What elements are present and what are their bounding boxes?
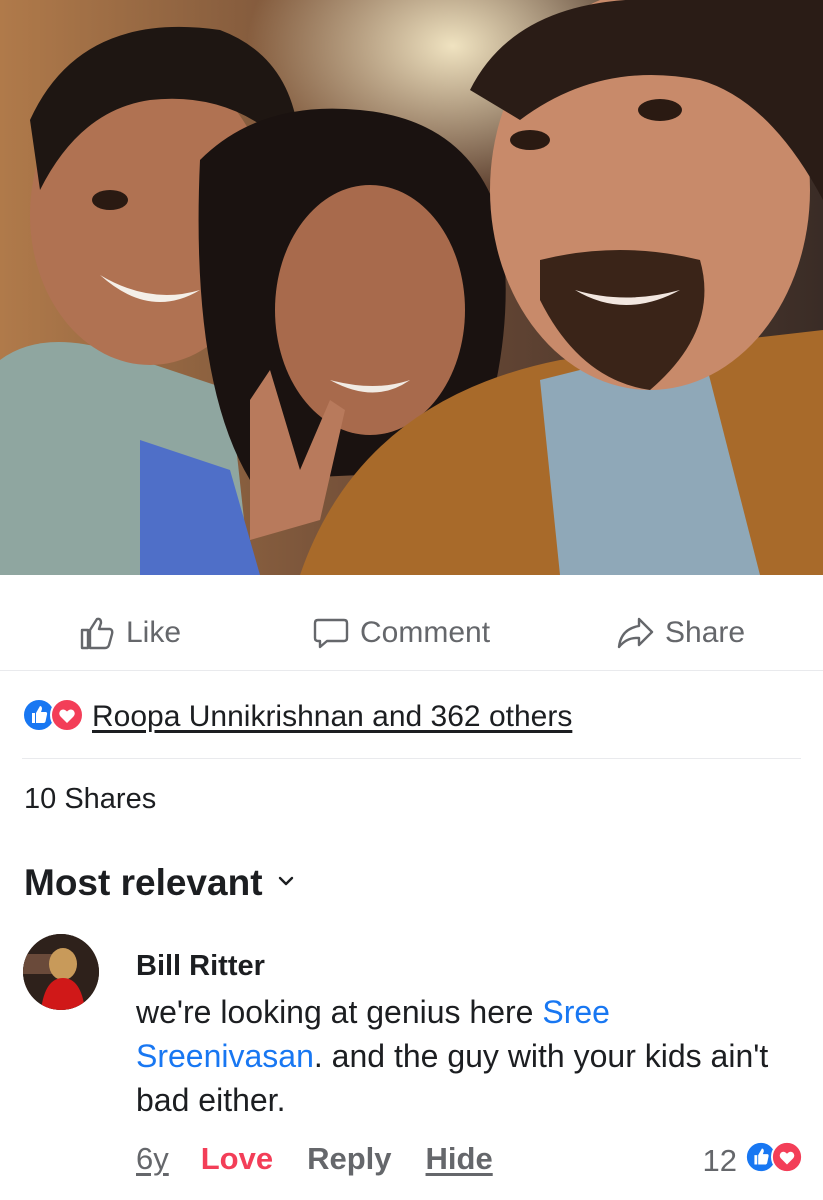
- sort-label: Most relevant: [24, 862, 263, 903]
- love-reaction-icon: [771, 1141, 803, 1181]
- reactions-summary[interactable]: Roopa Unnikrishnan and 362 others: [22, 695, 572, 739]
- comment-author[interactable]: Bill Ritter: [136, 950, 265, 983]
- comment-sort-dropdown[interactable]: Most relevant: [24, 862, 295, 904]
- comment-reaction-count[interactable]: 12: [703, 1141, 803, 1181]
- speech-bubble-icon: [312, 614, 350, 652]
- like-label: Like: [126, 616, 182, 649]
- comment-text-before: we're looking at genius here: [136, 994, 543, 1030]
- love-reaction-button[interactable]: Love: [201, 1141, 273, 1177]
- post-photo[interactable]: [0, 0, 823, 575]
- divider: [22, 758, 801, 759]
- comment-timestamp[interactable]: 6y: [136, 1141, 169, 1177]
- shares-count[interactable]: 10 Shares: [24, 783, 156, 816]
- reaction-icons: [22, 697, 84, 737]
- share-button[interactable]: Share: [615, 613, 745, 653]
- thumbs-up-icon: [78, 614, 116, 652]
- comment-reaction-number: 12: [702, 1143, 737, 1178]
- post-action-bar: Like Comment Share: [0, 595, 823, 671]
- chevron-down-icon: [277, 874, 295, 893]
- reactions-names-link[interactable]: Roopa Unnikrishnan and 362 others: [92, 700, 572, 734]
- comment-text: we're looking at genius here Sree Sreeni…: [136, 990, 776, 1122]
- hide-button[interactable]: Hide: [426, 1141, 493, 1177]
- comment-meta: 6y Love Reply Hide: [136, 1141, 493, 1177]
- share-arrow-icon: [615, 614, 655, 652]
- love-reaction-icon: [50, 697, 84, 737]
- reply-button[interactable]: Reply: [307, 1141, 391, 1177]
- comment-button[interactable]: Comment: [312, 613, 490, 653]
- photo-icon: [0, 0, 823, 575]
- avatar-photo-icon: [23, 934, 99, 1010]
- like-button[interactable]: Like: [78, 613, 181, 653]
- avatar[interactable]: [23, 934, 99, 1010]
- comment-label: Comment: [360, 616, 491, 649]
- share-label: Share: [665, 616, 746, 649]
